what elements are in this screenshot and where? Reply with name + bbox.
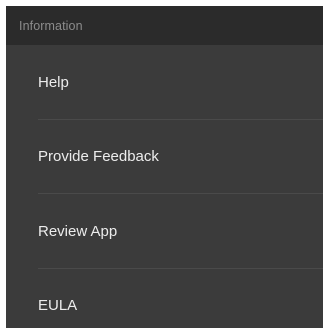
- menu-item-label: EULA: [38, 297, 78, 315]
- menu-item-eula[interactable]: EULA: [6, 269, 323, 328]
- section-title: Information: [19, 18, 83, 33]
- information-menu-list: Help Provide Feedback Review App EULA: [6, 45, 323, 328]
- menu-item-label: Help: [38, 73, 69, 91]
- menu-item-review-app[interactable]: Review App: [6, 194, 323, 269]
- menu-item-label: Review App: [38, 222, 118, 240]
- menu-item-label: Provide Feedback: [38, 148, 159, 166]
- information-screen: Information Help Provide Feedback Review…: [6, 6, 323, 328]
- menu-item-provide-feedback[interactable]: Provide Feedback: [6, 120, 323, 194]
- menu-item-help[interactable]: Help: [6, 45, 323, 120]
- section-header: Information: [6, 6, 323, 45]
